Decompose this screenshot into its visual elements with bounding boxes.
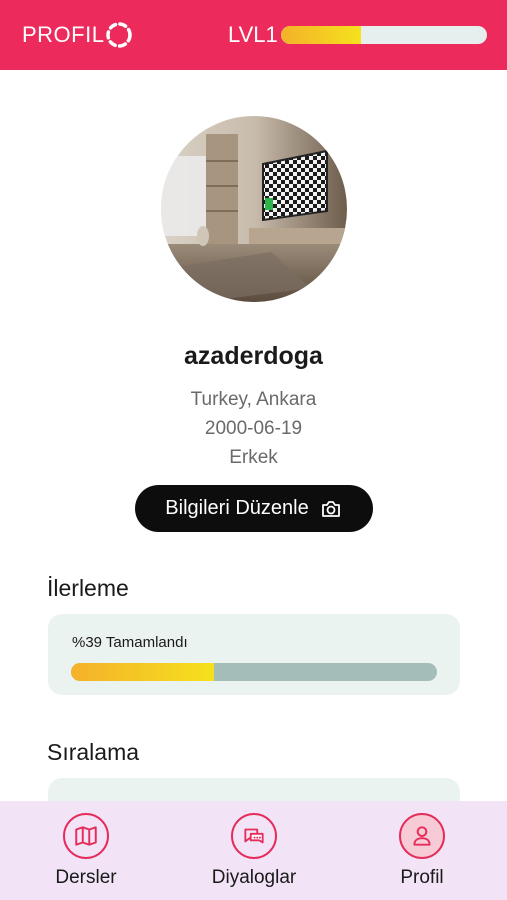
ranking-section-title: Sıralama <box>47 739 140 765</box>
edit-profile-button[interactable]: Bilgileri Düzenle <box>135 485 373 532</box>
level-label: LVL1 <box>228 22 278 47</box>
avatar-room-image <box>161 116 347 302</box>
nav-item-diyaloglar[interactable]: Diyaloglar <box>194 813 314 889</box>
progress-bar-fill <box>71 663 214 681</box>
nav-label-profil: Profil <box>400 867 444 888</box>
level-progress-bar <box>281 26 487 44</box>
loading-ring-icon <box>106 22 132 48</box>
progress-status-text: %39 Tamamlandı <box>72 634 188 651</box>
nav-item-dersler[interactable]: Dersler <box>26 813 146 889</box>
nav-label-dersler: Dersler <box>55 867 117 888</box>
progress-section-title: İlerleme <box>47 575 129 601</box>
page-title: PROFIL <box>22 22 105 47</box>
gender-text: Erkek <box>229 447 278 468</box>
username: azaderdoga <box>184 342 323 370</box>
top-header: PROFIL LVL1 <box>0 0 507 70</box>
progress-bar <box>71 663 437 681</box>
camera-icon <box>321 500 340 517</box>
nav-item-profil[interactable]: Profil <box>362 813 482 889</box>
level-progress-fill <box>281 26 362 44</box>
progress-card: %39 Tamamlandı <box>48 614 460 695</box>
bottom-navigation: Dersler Diyaloglar Profil <box>0 801 507 900</box>
user-icon <box>399 813 445 859</box>
nav-label-diyaloglar: Diyaloglar <box>211 867 297 888</box>
avatar[interactable] <box>161 116 347 302</box>
location-text: Turkey, Ankara <box>190 389 317 410</box>
edit-profile-button-label: Bilgileri Düzenle <box>165 497 309 519</box>
birth-date-text: 2000-06-19 <box>204 418 303 439</box>
chat-icon <box>231 813 277 859</box>
map-icon <box>63 813 109 859</box>
